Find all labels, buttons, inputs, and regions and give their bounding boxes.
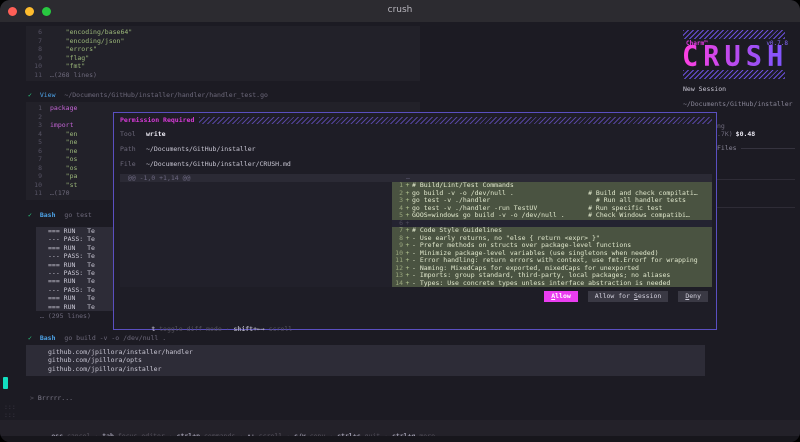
- code-line: 6 "encoding/base64": [26, 28, 420, 37]
- diff-line: 14+- Types: Use concrete types unless in…: [392, 280, 712, 288]
- diff-line: 3+go test -v ./handler # Run all handler…: [392, 197, 712, 205]
- output-line: github.com/jpillora/opts: [48, 356, 705, 364]
- diff-old-pane: [120, 182, 392, 287]
- editor-input[interactable]: > Brrrrr...: [30, 394, 73, 403]
- diff-view[interactable]: 1+# Build/Lint/Test Commands 2+go build …: [120, 182, 712, 287]
- diff-line: 6+: [392, 220, 712, 228]
- model-fragment: ng: [717, 122, 725, 130]
- tool-name: Bash: [40, 211, 56, 219]
- diff-line: 7+# Code Style Guidelines: [392, 227, 712, 235]
- tool-arg: go build -v -o /dev/null .: [64, 334, 166, 342]
- diff-line: 10+- Minimize package-level variables (u…: [392, 250, 712, 258]
- diff-line: 4+go test -v ./handler -run TestUV # Run…: [392, 205, 712, 213]
- diff-line: 5+GOOS=windows go build -v -o /dev/null …: [392, 212, 712, 220]
- help-bar: esc cancel · tab focus editor · ctrl+p c…: [0, 420, 800, 436]
- logo-hatch-bottom: [683, 70, 785, 79]
- diff-line: 9+- Prefer methods on structs over packa…: [392, 242, 712, 250]
- code-block-imports: 6 "encoding/base64" 7 "encoding/json" 8 …: [26, 26, 420, 81]
- tool-name: Bash: [40, 334, 56, 342]
- file-row: File~/Documents/GitHub/installer/CRUSH.m…: [120, 160, 291, 169]
- dialog-header: Permission Required: [120, 116, 712, 124]
- tool-call-view: ✓ View ~/Documents/GitHub/installer/hand…: [28, 91, 268, 100]
- session-cwd: ~/Documents/GitHub/installer: [683, 100, 793, 108]
- diff-line: 13+- Imports: group standard, third-part…: [392, 272, 712, 280]
- dialog-help: t toggle diff mode · shift+←→ scroll: [120, 317, 292, 325]
- diff-line: 1+# Build/Lint/Test Commands: [392, 182, 712, 190]
- tool-arg: go test: [64, 211, 91, 219]
- diff-new-pane: 1+# Build/Lint/Test Commands 2+go build …: [392, 182, 712, 287]
- output-line: github.com/jpillora/installer: [48, 365, 705, 373]
- window-bottom-edge: [0, 436, 800, 442]
- tool-arg: ~/Documents/GitHub/installer/handler/han…: [64, 91, 268, 99]
- code-line: 9 "flag": [26, 54, 420, 63]
- diff-hunk-header: @@ -1,0 +1,14 @@—: [120, 174, 712, 182]
- allow-for-session-button[interactable]: Allow for Session: [588, 291, 669, 302]
- diff-line: 2+go build -v -o /dev/null . # Build and…: [392, 190, 712, 198]
- output-line: github.com/jpillora/installer/handler: [48, 348, 705, 356]
- code-line: 11…(268 lines): [26, 71, 420, 80]
- cost-fragment: .7K)$0.48: [717, 130, 755, 138]
- check-icon: ✓: [28, 91, 32, 99]
- diff-line: 8+- Use early returns, no "else { return…: [392, 235, 712, 243]
- tool-call-bash-build: ✓ Bash go build -v -o /dev/null .: [28, 334, 166, 343]
- permission-dialog: Permission Required Toolwrite Path~/Docu…: [113, 112, 717, 330]
- allow-button[interactable]: Allow: [544, 291, 578, 302]
- code-line: 10 "fmt": [26, 62, 420, 71]
- window-title: crush: [0, 5, 800, 15]
- terminal-screen: 6 "encoding/base64" 7 "encoding/json" 8 …: [0, 22, 800, 442]
- session-title: New Session: [683, 85, 726, 93]
- path-row: Path~/Documents/GitHub/installer: [120, 145, 256, 154]
- tool-call-bash-test: ✓ Bash go test: [28, 211, 92, 220]
- bash-build-output: github.com/jpillora/installer/handler gi…: [26, 345, 705, 376]
- code-line: 7 "encoding/json": [26, 37, 420, 46]
- tool-row: Toolwrite: [120, 130, 166, 139]
- titlebar: crush: [0, 0, 800, 23]
- code-line: 8 "errors": [26, 45, 420, 54]
- dialog-buttons: Allow Allow for Session Deny: [544, 291, 708, 302]
- tool-name: View: [40, 91, 56, 99]
- check-icon: ✓: [28, 334, 32, 342]
- crush-wordmark: CRUSH: [682, 45, 788, 70]
- section-separator: [717, 207, 795, 208]
- header-hatch: [199, 117, 712, 124]
- section-separator: [717, 179, 795, 180]
- files-section-header: Files: [717, 144, 795, 152]
- editor-gutter: :::: [4, 411, 16, 419]
- diff-line: 11+- Error handling: return errors with …: [392, 257, 712, 265]
- prompt-icon: >: [30, 394, 38, 402]
- editor-text: Brrrrr...: [38, 394, 73, 402]
- terminal-window: crush 6 "encoding/base64" 7 "encoding/js…: [0, 0, 800, 442]
- check-icon: ✓: [28, 211, 32, 219]
- deny-button[interactable]: Deny: [678, 291, 708, 302]
- editor-cursor: [3, 377, 8, 389]
- dialog-title: Permission Required: [120, 116, 194, 124]
- truncation-note: … (295 lines): [40, 312, 91, 320]
- diff-line: 12+- Naming: MixedCaps for exported, mix…: [392, 265, 712, 273]
- logo-hatch-top: [683, 30, 785, 39]
- editor-gutter: :::: [4, 403, 16, 411]
